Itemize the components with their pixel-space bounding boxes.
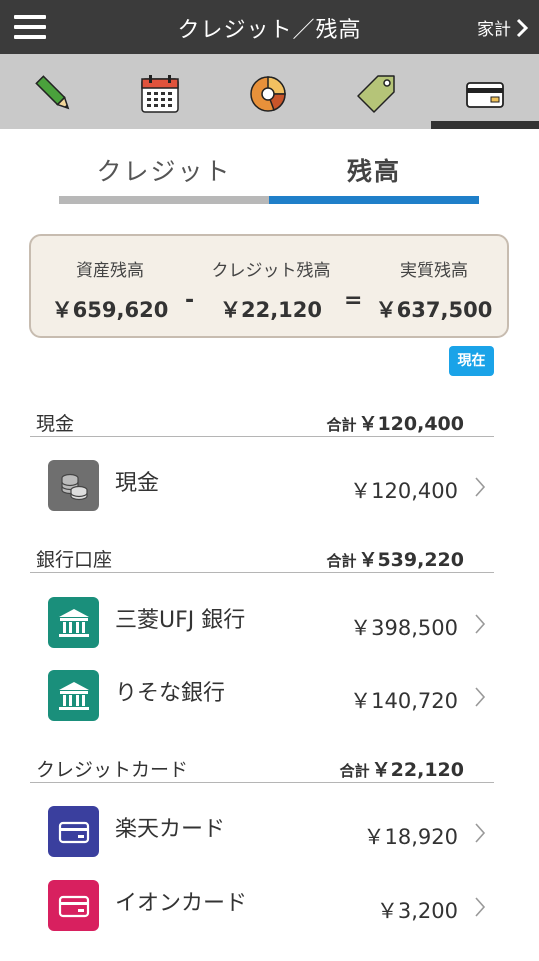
assets-value: ￥659,620	[51, 298, 169, 322]
assets-label: 資産残高	[76, 261, 144, 281]
credit-balance-label: クレジット残高	[211, 261, 331, 281]
tag-tool-button[interactable]	[346, 64, 406, 124]
chevron-right-icon	[475, 614, 486, 634]
chart-tool-button[interactable]	[238, 64, 298, 124]
tab-balance-underline	[269, 196, 479, 204]
credit-card-icon	[48, 880, 99, 931]
total-prefix: 合計	[339, 762, 370, 780]
total-prefix: 合計	[326, 552, 357, 570]
section-header-cash: 現金 合計 ￥120,400	[30, 407, 494, 437]
account-row-mufg[interactable]: 三菱UFJ 銀行 ￥398,500	[30, 590, 494, 660]
chevron-right-icon	[475, 823, 486, 843]
pie-chart-icon	[250, 76, 286, 112]
app-header: クレジット／残高 家計	[0, 0, 539, 54]
section-total-value: ￥22,120	[371, 759, 464, 781]
toolbar	[0, 54, 539, 129]
now-badge[interactable]: 現在	[449, 346, 494, 376]
credit-card-icon	[48, 806, 99, 857]
chevron-right-icon	[475, 897, 486, 917]
account-row-cash[interactable]: 現金 ￥120,400	[30, 453, 494, 523]
card-tool-button[interactable]	[455, 64, 515, 124]
account-row-rakuten-card[interactable]: 楽天カード ￥18,920	[30, 799, 494, 869]
bank-icon	[48, 670, 99, 721]
calendar-icon	[141, 75, 179, 113]
credit-balance-value: ￥22,120	[219, 298, 323, 322]
tag-icon	[357, 75, 395, 113]
account-name: 三菱UFJ 銀行	[115, 608, 246, 633]
net-balance-label: 実質残高	[400, 261, 468, 281]
card-icon	[466, 82, 504, 108]
section-header-bank: 銀行口座 合計 ￥539,220	[30, 543, 494, 573]
account-row-resona[interactable]: りそな銀行 ￥140,720	[30, 663, 494, 733]
balance-summary: 資産残高 ￥659,620 - クレジット残高 ￥22,120 = 実質残高 ￥…	[29, 234, 509, 338]
section-total: 合計 ￥120,400	[326, 409, 464, 436]
chevron-right-icon	[516, 18, 529, 37]
account-name: りそな銀行	[115, 681, 226, 706]
section-title: 銀行口座	[36, 549, 113, 571]
account-amount: ￥140,720	[350, 689, 458, 713]
section-total-value: ￥539,220	[358, 549, 464, 571]
account-amount: ￥18,920	[363, 825, 458, 849]
account-row-aeon-card[interactable]: イオンカード ￥3,200	[30, 873, 494, 943]
section-total: 合計 ￥22,120	[340, 755, 464, 782]
total-prefix: 合計	[326, 416, 357, 434]
section-title: 現金	[36, 413, 75, 435]
tab-credit-underline	[59, 196, 269, 204]
pencil-icon	[35, 75, 70, 110]
household-link-label: 家計	[477, 20, 511, 40]
account-name: 楽天カード	[115, 817, 226, 842]
household-link[interactable]: 家計	[477, 15, 529, 40]
net-balance-value: ￥637,500	[375, 298, 493, 322]
calendar-tool-button[interactable]	[130, 64, 190, 124]
tab-balance[interactable]: 残高	[269, 140, 479, 204]
chevron-right-icon	[475, 477, 486, 497]
toolbar-active-indicator	[431, 121, 539, 129]
section-title: クレジットカード	[36, 759, 189, 781]
equals-sign: =	[344, 288, 363, 313]
pencil-tool-button[interactable]	[24, 64, 84, 124]
minus-sign: -	[185, 288, 195, 313]
bank-icon	[48, 597, 99, 648]
section-total: 合計 ￥539,220	[326, 545, 464, 572]
account-amount: ￥3,200	[376, 899, 458, 923]
page-title: クレジット／残高	[177, 18, 362, 43]
account-amount: ￥398,500	[350, 616, 458, 640]
chevron-right-icon	[475, 687, 486, 707]
section-header-credit-card: クレジットカード 合計 ￥22,120	[30, 753, 494, 783]
coins-icon	[48, 460, 99, 511]
section-total-value: ￥120,400	[358, 413, 464, 435]
account-name: イオンカード	[115, 891, 248, 916]
tab-credit-label: クレジット	[96, 157, 232, 186]
account-name: 現金	[115, 471, 160, 496]
tab-credit[interactable]: クレジット	[59, 140, 269, 204]
tab-balance-label: 残高	[346, 157, 401, 186]
account-amount: ￥120,400	[350, 479, 458, 503]
